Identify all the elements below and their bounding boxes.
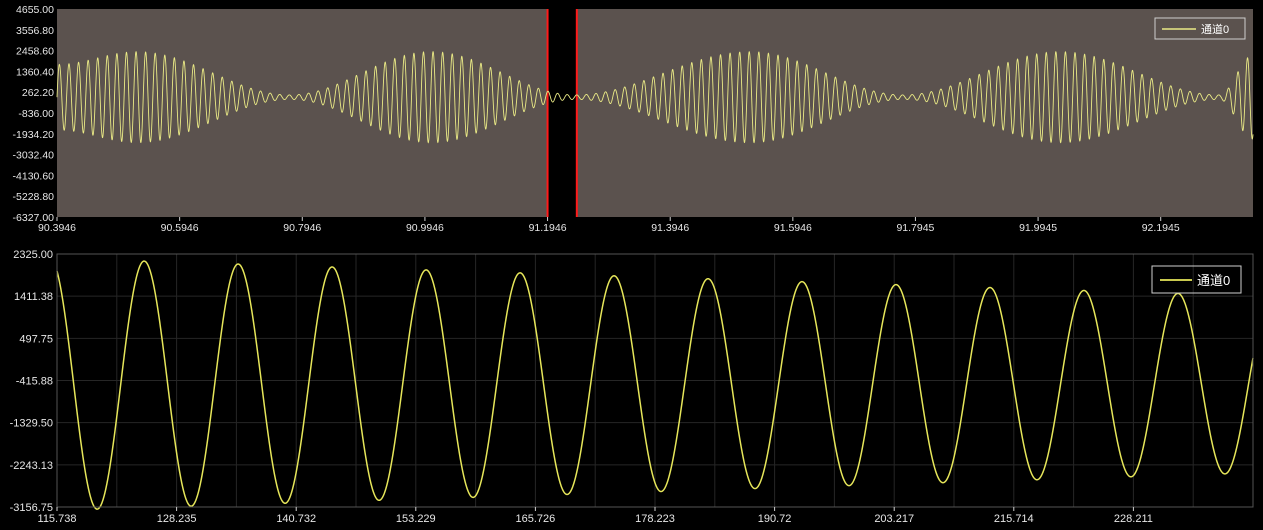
overview-legend-label: 通道0 bbox=[1201, 22, 1229, 36]
detail-y-tick-label: -1329.50 bbox=[10, 418, 53, 430]
overview-x-tick-label: 91.7945 bbox=[896, 222, 934, 234]
detail-x-tick-label: 115.738 bbox=[38, 513, 77, 525]
overview-x-tick-label: 91.5946 bbox=[774, 222, 812, 234]
overview-x-tick-label: 90.5946 bbox=[161, 222, 199, 234]
overview-y-tick-label: 4655.00 bbox=[16, 4, 54, 16]
overview-chart[interactable]: 4655.00 3556.80 2458.60 1360.40 262.20 -836.0… bbox=[13, 4, 1254, 234]
overview-y-tick-label: -3032.40 bbox=[13, 150, 55, 162]
detail-x-tick-label: 165.726 bbox=[516, 513, 556, 525]
overview-plot-background bbox=[57, 9, 1253, 217]
detail-x-axis: 115.738 128.235 140.732 153.229 165.726 178.2… bbox=[38, 507, 1153, 525]
chart-root: 4655.00 3556.80 2458.60 1360.40 262.20 -836.0… bbox=[10, 4, 1254, 525]
detail-y-tick-label: -415.88 bbox=[16, 376, 53, 388]
detail-x-tick-label: 228.211 bbox=[1114, 513, 1153, 525]
detail-y-tick-label: -2243.13 bbox=[10, 460, 53, 472]
detail-y-tick-label: 1411.38 bbox=[14, 291, 53, 303]
overview-y-axis: 4655.00 3556.80 2458.60 1360.40 262.20 -836.0… bbox=[13, 4, 55, 224]
overview-x-tick-label: 91.3946 bbox=[651, 222, 689, 234]
overview-y-tick-label: -1934.20 bbox=[13, 129, 55, 141]
overview-y-tick-label: -836.00 bbox=[18, 108, 54, 120]
selection-window[interactable] bbox=[547, 9, 577, 217]
detail-grid bbox=[56, 253, 1253, 508]
overview-x-tick-label: 92.1945 bbox=[1142, 222, 1180, 234]
overview-x-axis: 90.3946 90.5946 90.7946 90.9946 91.1946 91.39… bbox=[38, 217, 1180, 234]
overview-y-tick-label: -5228.80 bbox=[13, 191, 55, 203]
overview-y-tick-label: 2458.60 bbox=[16, 46, 54, 58]
overview-x-tick-label: 90.7946 bbox=[283, 222, 321, 234]
detail-y-tick-label: 2325.00 bbox=[13, 249, 53, 261]
overview-y-tick-label: -4130.60 bbox=[13, 170, 55, 182]
detail-y-axis: 2325.00 1411.38 497.75 -415.88 -1329.50 -2243… bbox=[10, 249, 53, 514]
detail-x-tick-label: 128.235 bbox=[157, 513, 197, 525]
detail-x-tick-label: 203.217 bbox=[874, 513, 914, 525]
overview-y-tick-label: 262.20 bbox=[22, 87, 54, 99]
detail-x-tick-label: 140.732 bbox=[276, 513, 316, 525]
overview-y-tick-label: 3556.80 bbox=[16, 25, 54, 37]
overview-x-tick-label: 91.9945 bbox=[1019, 222, 1057, 234]
detail-x-tick-label: 215.714 bbox=[994, 513, 1034, 525]
overview-x-tick-label: 91.1946 bbox=[529, 222, 567, 234]
detail-chart[interactable]: 2325.00 1411.38 497.75 -415.88 -1329.50 -2243… bbox=[10, 249, 1254, 525]
detail-y-tick-label: 497.75 bbox=[19, 333, 53, 345]
overview-x-tick-label: 90.9946 bbox=[406, 222, 444, 234]
detail-x-tick-label: 178.223 bbox=[635, 513, 675, 525]
detail-x-tick-label: 153.229 bbox=[396, 513, 436, 525]
detail-x-tick-label: 190.72 bbox=[758, 513, 792, 525]
overview-x-tick-label: 90.3946 bbox=[38, 222, 76, 234]
overview-y-tick-label: 1360.40 bbox=[16, 66, 54, 78]
detail-legend-label: 通道0 bbox=[1197, 273, 1230, 288]
